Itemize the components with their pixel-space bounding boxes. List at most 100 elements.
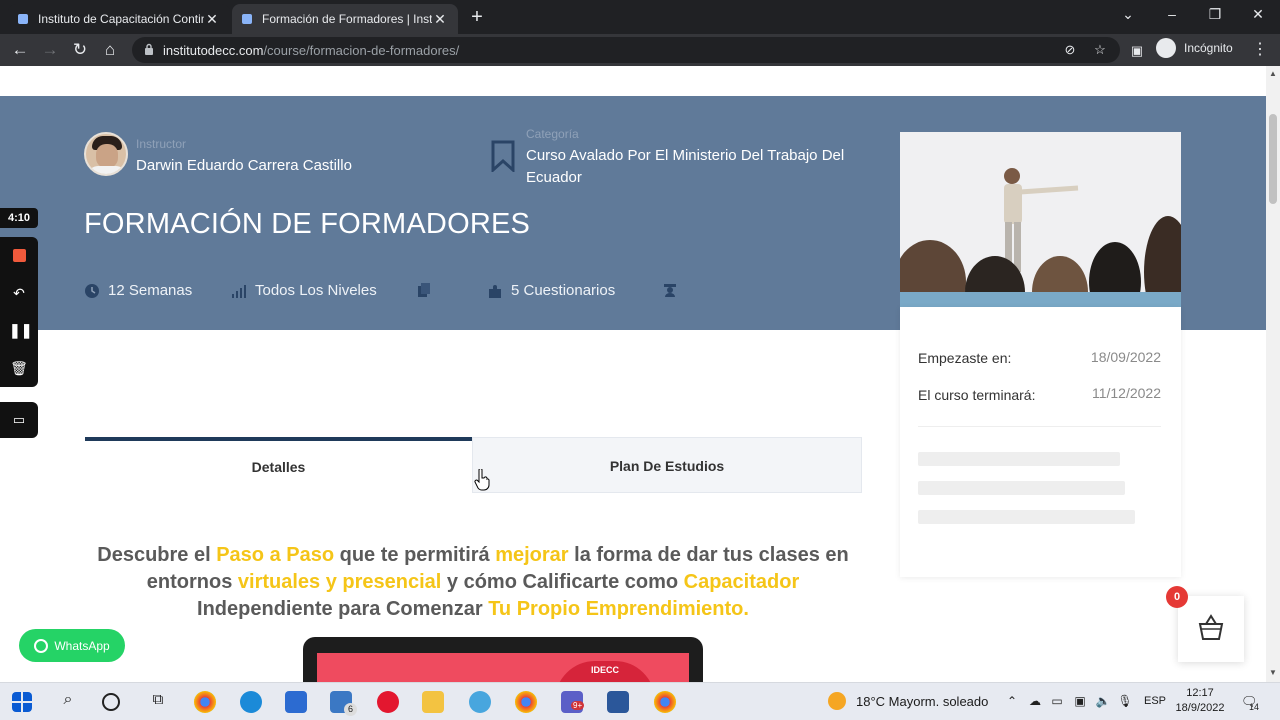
favicon-icon xyxy=(242,14,252,24)
tab-search-icon[interactable]: ⌄ xyxy=(1114,6,1142,23)
category-line-2[interactable]: Ecuador xyxy=(526,169,582,186)
meta-quizzes: 5 Cuestionarios xyxy=(487,282,615,299)
category-label: Categoría xyxy=(526,127,579,141)
network-icon[interactable]: ▭ xyxy=(1049,694,1065,708)
store-icon[interactable] xyxy=(285,691,307,713)
duration-text: 12 Semanas xyxy=(108,282,193,299)
tracking-blocked-icon[interactable]: ⊘ xyxy=(1061,41,1079,59)
page-scrollbar[interactable]: ▲ ▼ xyxy=(1266,66,1280,682)
copy-files-icon xyxy=(418,283,430,297)
loading-placeholder xyxy=(918,481,1125,495)
clock-date: 18/9/2022 xyxy=(1175,702,1225,714)
loading-placeholder xyxy=(918,510,1135,524)
course-image xyxy=(900,132,1181,307)
weather-sun-icon[interactable] xyxy=(828,692,846,710)
reload-icon[interactable]: ↻ xyxy=(69,39,91,61)
incognito-label: Incógnito xyxy=(1184,41,1233,55)
close-tab-icon[interactable]: ✕ xyxy=(432,11,448,28)
ends-value: 11/12/2022 xyxy=(1091,385,1161,401)
display-icon[interactable]: ▣ xyxy=(1072,694,1088,708)
puzzle-icon xyxy=(489,284,501,298)
back-icon[interactable]: ← xyxy=(9,39,31,61)
pause-icon[interactable]: ❚❚ xyxy=(9,320,32,340)
instructor-name[interactable]: Darwin Eduardo Carrera Castillo xyxy=(136,157,352,174)
scroll-down-icon[interactable]: ▼ xyxy=(1269,668,1277,677)
scroll-thumb[interactable] xyxy=(1269,114,1277,204)
media-player-icon[interactable] xyxy=(469,691,491,713)
trash-icon[interactable]: 🗑 xyxy=(9,358,29,378)
language-indicator[interactable]: ESP xyxy=(1144,695,1166,707)
system-clock[interactable]: 12:17 18/9/2022 xyxy=(1170,686,1230,716)
student-icon xyxy=(664,284,676,297)
browser-tab-active[interactable]: Formación de Formadores | Instit ✕ xyxy=(232,4,458,34)
chrome-icon-active[interactable] xyxy=(515,691,537,713)
new-tab-button[interactable]: + xyxy=(466,6,488,29)
loading-placeholder xyxy=(918,452,1120,466)
stop-record-icon[interactable] xyxy=(9,246,29,266)
tab-title: Instituto de Capacitación Contin xyxy=(38,12,204,26)
chrome-profile-icon[interactable] xyxy=(654,691,676,713)
hand-cursor-icon xyxy=(474,469,490,491)
onedrive-icon[interactable]: ☁ xyxy=(1027,694,1043,708)
started-label: Empezaste en: xyxy=(918,350,1012,366)
bookmark-star-icon[interactable]: ☆ xyxy=(1091,41,1109,59)
meta-lessons xyxy=(416,282,440,298)
meta-certificate xyxy=(662,282,686,298)
forward-icon[interactable]: → xyxy=(39,39,61,61)
teams-icon[interactable]: 9+ xyxy=(561,691,585,713)
close-window-button[interactable]: ✕ xyxy=(1244,6,1272,23)
chrome-icon[interactable] xyxy=(194,691,216,713)
started-value: 18/09/2022 xyxy=(1090,349,1161,365)
page-content: Instructor Darwin Eduardo Carrera Castil… xyxy=(0,66,1266,682)
minimize-button[interactable]: – xyxy=(1158,6,1186,22)
notification-count: 14 xyxy=(1249,702,1260,712)
recorder-controls: ↶ ❚❚ 🗑 xyxy=(0,237,38,387)
instructor-label: Instructor xyxy=(136,137,187,151)
lock-icon xyxy=(145,43,153,55)
address-bar[interactable]: institutodecc.com/course/formacion-de-fo… xyxy=(132,37,1120,63)
volume-icon[interactable]: 🔈 xyxy=(1095,694,1111,708)
chevron-up-icon[interactable]: ⌃ xyxy=(1004,694,1020,708)
card-divider xyxy=(918,426,1161,427)
home-icon[interactable]: ⌂ xyxy=(99,39,121,61)
tab-details[interactable]: Detalles xyxy=(85,437,472,493)
word-icon[interactable] xyxy=(607,691,629,713)
whatsapp-button[interactable]: WhatsApp xyxy=(19,629,125,662)
tab-title: Formación de Formadores | Instit xyxy=(262,12,432,26)
bookmark-icon xyxy=(491,140,515,172)
tab-study-plan[interactable]: Plan De Estudios xyxy=(472,437,862,493)
course-title: FORMACIÓN DE FORMADORES xyxy=(84,208,531,240)
side-panel-icon[interactable]: ▣ xyxy=(1128,42,1146,60)
promo-headline: Descubre el Paso a Paso que te permitirá… xyxy=(97,544,849,620)
clock-time: 12:17 xyxy=(1186,687,1214,699)
cart-button[interactable] xyxy=(1178,596,1244,662)
microphone-icon[interactable]: 🎙 xyxy=(1117,694,1133,708)
scroll-up-icon[interactable]: ▲ xyxy=(1269,69,1277,78)
restore-button[interactable]: ❐ xyxy=(1201,6,1229,23)
browser-tab[interactable]: Instituto de Capacitación Contin ✕ xyxy=(8,4,230,34)
teams-badge: 9+ xyxy=(571,701,585,710)
windows-start-icon[interactable] xyxy=(12,692,32,712)
cortana-icon[interactable] xyxy=(102,693,120,711)
progress-card: Empezaste en: 18/09/2022 El curso termin… xyxy=(900,307,1181,577)
level-bars-icon xyxy=(232,284,246,298)
menu-kebab-icon[interactable]: ⋮ xyxy=(1250,39,1270,59)
promo-laptop-image: IDECC xyxy=(303,637,703,682)
mail-icon[interactable]: 6 xyxy=(330,691,357,716)
close-tab-icon[interactable]: ✕ xyxy=(204,11,220,28)
quizzes-text: 5 Cuestionarios xyxy=(511,282,616,299)
mail-badge: 6 xyxy=(344,703,357,716)
meta-duration: 12 Semanas xyxy=(84,282,192,299)
whatsapp-label: WhatsApp xyxy=(54,638,110,653)
undo-icon[interactable]: ↶ xyxy=(9,283,29,303)
category-line-1[interactable]: Curso Avalado Por El Ministerio Del Trab… xyxy=(526,147,844,164)
incognito-profile[interactable]: Incógnito xyxy=(1156,38,1233,58)
task-view-icon[interactable]: ⧉ xyxy=(147,691,169,713)
camera-icon[interactable]: ▭ xyxy=(0,402,38,438)
edge-icon[interactable] xyxy=(240,691,262,713)
opera-icon[interactable] xyxy=(377,691,399,713)
search-icon[interactable]: ⌕ xyxy=(57,691,79,713)
cart-count-badge: 0 xyxy=(1166,586,1188,608)
file-explorer-icon[interactable] xyxy=(422,691,444,713)
weather-text[interactable]: 18°C Mayorm. soleado xyxy=(856,694,988,709)
